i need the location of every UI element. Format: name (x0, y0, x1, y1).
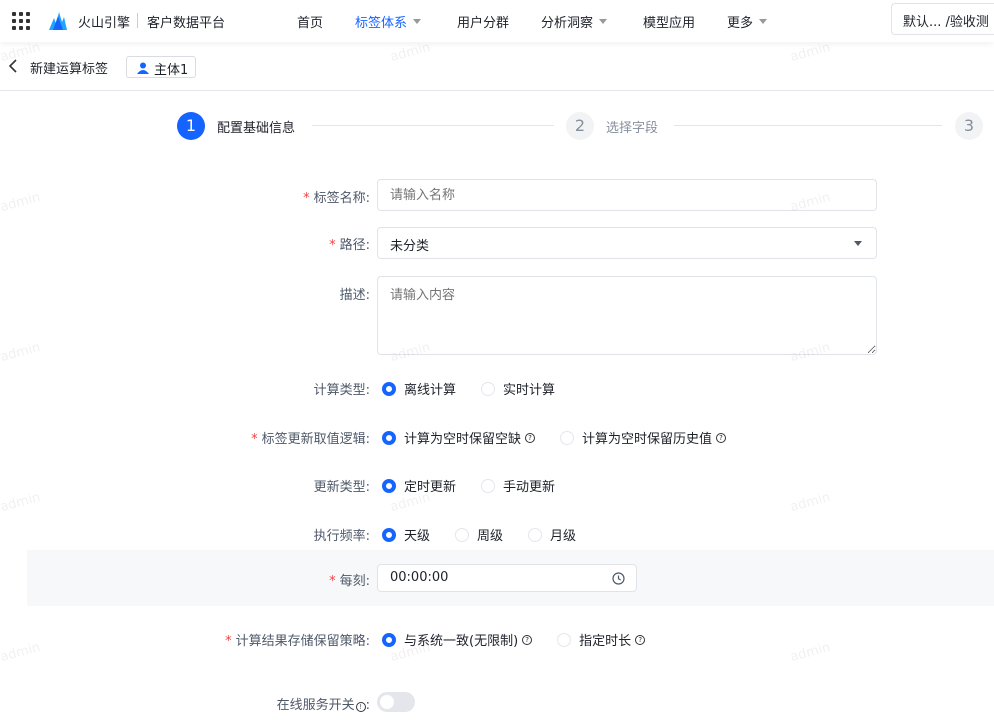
clock-icon (612, 572, 625, 585)
path-value: 未分类 (390, 239, 430, 254)
radio-monthly[interactable]: 月级 (528, 525, 576, 544)
brand-name: 火山引擎 (78, 16, 131, 31)
radio-unchecked-icon (455, 527, 470, 542)
user-icon (137, 62, 149, 74)
description-label: 描述: (339, 288, 370, 303)
radio-checked-icon (382, 430, 396, 445)
radio-checked-icon (382, 381, 396, 396)
online-service-label: 在线服务开关!: (276, 698, 370, 713)
radio-unchecked-icon (481, 381, 496, 396)
subject-label: 主体1 (154, 62, 189, 78)
page-header: 新建运算标签 主体1 (0, 43, 994, 91)
step-1-label: 配置基础信息 (217, 121, 296, 136)
step-3-number: 3 (955, 112, 983, 140)
info-icon[interactable]: ! (355, 702, 366, 712)
watermark: admin (0, 489, 42, 516)
frequency-radio-group: 天级 周级 月级 (382, 525, 601, 544)
update-type-label: 更新类型: (313, 480, 370, 495)
caret-down-icon (854, 241, 862, 246)
radio-manual[interactable]: 手动更新 (481, 476, 555, 495)
stepper: 1 配置基础信息 2 选择字段 3 (0, 112, 994, 140)
switch-knob (380, 695, 394, 709)
option-label: 天级 (404, 529, 431, 544)
radio-keep-history[interactable]: 计算为空时保留历史值? (560, 428, 727, 447)
caret-down-icon (599, 19, 608, 24)
nav-label: 模型应用 (643, 16, 696, 31)
nav-more[interactable]: 更多 (727, 12, 768, 31)
nav-models[interactable]: 模型应用 (643, 12, 695, 31)
time-label: * 每刻: (329, 574, 370, 589)
help-icon[interactable]: ? (635, 634, 646, 645)
subject-badge[interactable]: 主体1 (126, 56, 197, 78)
radio-unchecked-icon (560, 430, 575, 445)
option-label: 月级 (550, 529, 577, 544)
nav-label: 分析洞察 (541, 16, 594, 31)
watermark: admin (0, 189, 42, 216)
calc-type-label: 计算类型: (313, 383, 370, 398)
radio-unchecked-icon (481, 478, 496, 493)
watermark: admin (0, 639, 42, 666)
radio-unchecked-icon (528, 527, 543, 542)
online-service-switch[interactable] (377, 692, 415, 712)
calc-type-radio-group: 离线计算 实时计算 (382, 379, 580, 398)
caret-down-icon (413, 19, 422, 24)
time-picker[interactable]: 00:00:00 (377, 564, 637, 592)
option-label: 定时更新 (404, 480, 457, 495)
option-label: 手动更新 (503, 480, 556, 495)
update-logic-label: * 标签更新取值逻辑: (251, 432, 370, 447)
option-label: 计算为空时保留空缺 (404, 432, 522, 447)
frequency-label: 执行频率: (313, 529, 370, 544)
option-label: 周级 (477, 529, 504, 544)
nav-label: 用户分群 (457, 16, 510, 31)
step-1-number: 1 (177, 112, 205, 140)
nav-insights[interactable]: 分析洞察 (541, 12, 608, 31)
radio-keep-empty[interactable]: 计算为空时保留空缺? (382, 428, 536, 447)
project-selector[interactable]: 默认... /验收测 (891, 3, 994, 35)
nav-label: 标签体系 (355, 16, 408, 31)
option-label: 离线计算 (404, 383, 457, 398)
radio-checked-icon (382, 478, 396, 493)
step-2-label: 选择字段 (606, 121, 659, 136)
radio-realtime[interactable]: 实时计算 (481, 379, 555, 398)
radio-offline[interactable]: 离线计算 (382, 379, 456, 398)
nav-tags[interactable]: 标签体系 (355, 12, 422, 31)
volcengine-logo (49, 12, 67, 30)
option-label: 指定时长 (579, 634, 632, 649)
watermark: admin (788, 489, 832, 516)
nav-label: 更多 (727, 16, 754, 31)
page-title: 新建运算标签 (30, 62, 109, 77)
step-connector (312, 125, 554, 126)
radio-daily[interactable]: 天级 (382, 525, 430, 544)
watermark: admin (0, 339, 42, 366)
app-grid-icon[interactable] (12, 12, 30, 30)
option-label: 计算为空时保留历史值 (582, 432, 713, 447)
path-select[interactable]: 未分类 (377, 227, 877, 259)
update-logic-radio-group: 计算为空时保留空缺? 计算为空时保留历史值? (382, 428, 751, 447)
update-type-radio-group: 定时更新 手动更新 (382, 476, 580, 495)
help-icon[interactable]: ? (716, 432, 727, 443)
description-textarea[interactable] (377, 276, 877, 355)
nav-home[interactable]: 首页 (297, 12, 323, 31)
radio-checked-icon (382, 632, 396, 647)
radio-weekly[interactable]: 周级 (455, 525, 503, 544)
help-icon[interactable]: ? (522, 634, 533, 645)
option-label: 实时计算 (503, 383, 556, 398)
help-icon[interactable]: ? (525, 432, 536, 443)
radio-unchecked-icon (557, 632, 572, 647)
top-nav-bar: 火山引擎 客户数据平台 首页 标签体系 用户分群 分析洞察 模型应用 更多 默认… (0, 0, 994, 42)
nav-label: 首页 (297, 16, 324, 31)
product-name: 客户数据平台 (147, 16, 226, 31)
caret-down-icon (759, 19, 768, 24)
step-2-number: 2 (566, 112, 594, 140)
nav-segments[interactable]: 用户分群 (457, 12, 509, 31)
watermark: admin (788, 639, 832, 666)
storage-label: * 计算结果存储保留策略: (225, 634, 370, 649)
radio-specified-duration[interactable]: 指定时长? (557, 630, 646, 649)
step-connector (674, 125, 942, 126)
path-label: * 路径: (329, 238, 370, 253)
radio-checked-icon (382, 527, 396, 542)
divider (137, 13, 138, 28)
name-label: * 标签名称: (303, 191, 370, 206)
time-value: 00:00:00 (390, 570, 449, 585)
